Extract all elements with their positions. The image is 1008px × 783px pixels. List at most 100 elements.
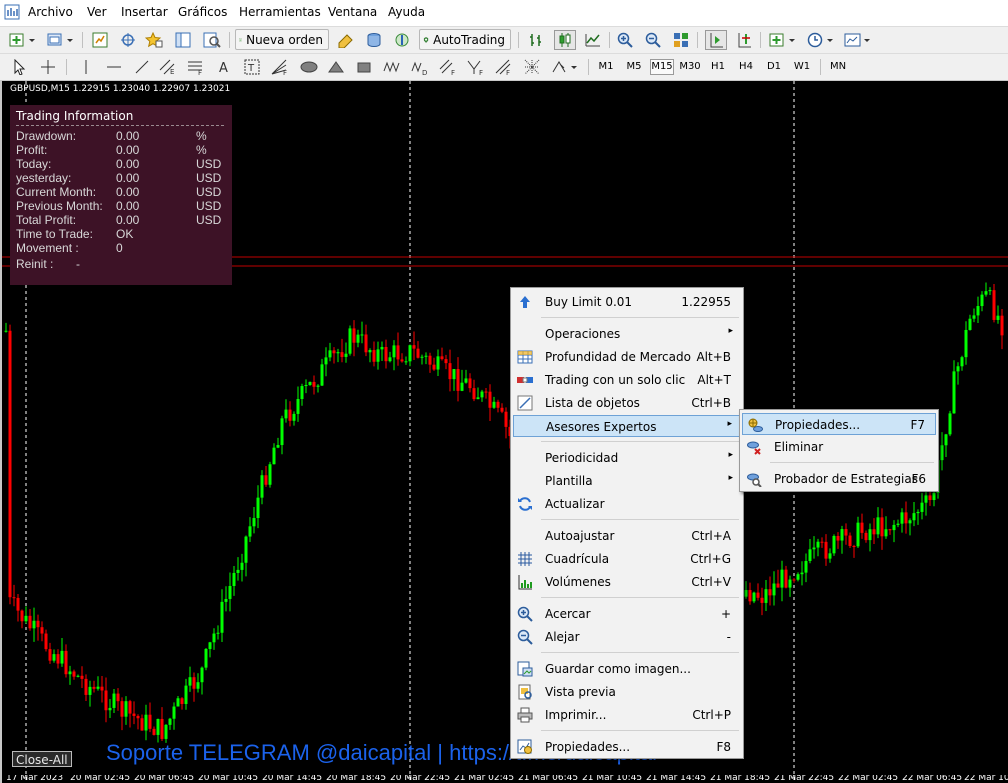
navigator-icon[interactable]	[173, 30, 193, 50]
menu-item-volumes[interactable]: Volúmenes Ctrl+V	[513, 571, 741, 593]
candle-body	[328, 350, 332, 358]
menu-item-one-click-trading[interactable]: Trading con un solo clic Alt+T	[513, 369, 741, 391]
timeframe-w1[interactable]: W1	[790, 59, 814, 75]
more-objects-icon[interactable]	[550, 57, 580, 77]
submenu-item-properties[interactable]: Propiedades... F7	[742, 413, 936, 435]
text-icon[interactable]: A	[214, 57, 234, 77]
menu-item-refresh[interactable]: Actualizar	[513, 493, 741, 515]
zigzag-icon[interactable]	[382, 57, 402, 77]
zoom-in-toolbar-icon[interactable]	[615, 30, 635, 50]
candle-body	[960, 357, 964, 367]
candle-body	[944, 434, 948, 446]
gann-line-icon[interactable]: D	[410, 57, 430, 77]
menu-item-template[interactable]: Plantilla ▸	[513, 470, 741, 492]
cursor-icon[interactable]	[10, 57, 30, 77]
vertical-line-icon[interactable]	[76, 57, 96, 77]
menu-ventana[interactable]: Ventana	[328, 5, 377, 19]
menu-item-autoscale[interactable]: Autoajustar Ctrl+A	[513, 525, 741, 547]
timeframe-m30[interactable]: M30	[678, 59, 702, 75]
fibo-expansion-icon[interactable]: F	[466, 57, 486, 77]
app-icon[interactable]	[4, 4, 20, 20]
menu-graficos[interactable]: Gráficos	[178, 5, 227, 19]
fibo-fan-icon[interactable]: F	[270, 57, 290, 77]
chart-shift-icon[interactable]	[734, 30, 754, 50]
timeframe-h1[interactable]: H1	[706, 59, 730, 75]
menu-item-object-list[interactable]: Lista de objetos Ctrl+B	[513, 392, 741, 414]
candle-body	[892, 524, 896, 531]
menu-item-save-image[interactable]: Guardar como imagen...	[513, 658, 741, 680]
market-watch-icon[interactable]	[90, 30, 110, 50]
periods-icon[interactable]	[806, 30, 836, 50]
info-unit: USD	[196, 171, 222, 185]
menu-archivo[interactable]: Archivo	[28, 5, 73, 19]
metaeditor-icon[interactable]	[336, 30, 356, 50]
tester-icon[interactable]	[202, 30, 222, 50]
info-label: Today:	[16, 157, 52, 171]
new-order-button[interactable]: Nueva orden	[235, 29, 329, 50]
autoscroll-icon[interactable]	[705, 30, 727, 50]
menu-item-properties[interactable]: Propiedades... F8	[513, 736, 741, 758]
triangle-icon[interactable]	[326, 57, 346, 77]
line-chart-icon[interactable]	[583, 30, 603, 50]
submenu-item-remove[interactable]: Eliminar	[742, 436, 936, 458]
new-chart-icon[interactable]	[8, 30, 38, 50]
timeframe-m5[interactable]: M5	[622, 59, 646, 75]
tile-windows-icon[interactable]	[671, 30, 691, 50]
menu-item-expert-advisors[interactable]: Asesores Expertos ▸	[513, 415, 741, 437]
menu-item-market-depth[interactable]: Profundidad de Mercado Alt+B	[513, 346, 741, 368]
candlestick-icon[interactable]	[554, 30, 576, 50]
radio-signal-icon[interactable]	[392, 30, 412, 50]
candle-body	[360, 334, 364, 336]
ellipse-icon[interactable]	[298, 57, 320, 77]
timeframe-h4[interactable]: H4	[734, 59, 758, 75]
equidistant-channel-icon[interactable]: E	[158, 57, 178, 77]
signals-icon[interactable]	[364, 30, 384, 50]
indicators-icon[interactable]	[768, 30, 798, 50]
close-all-button[interactable]: Close-All	[12, 751, 72, 767]
menu-ver[interactable]: Ver	[87, 5, 107, 19]
pattern-icon[interactable]	[522, 57, 542, 77]
favorites-icon[interactable]	[144, 30, 164, 50]
candle-body	[496, 401, 500, 408]
menu-item-buy-limit[interactable]: Buy Limit 0.01 1.22955	[513, 291, 741, 313]
new-order-icon	[239, 38, 242, 41]
fibo-channel-icon[interactable]: F	[438, 57, 458, 77]
fibo-timezones-icon[interactable]: F	[494, 57, 514, 77]
menu-insertar[interactable]: Insertar	[121, 5, 168, 19]
volumes-icon	[518, 575, 532, 590]
candle-body	[300, 386, 304, 400]
menu-item-grid[interactable]: Cuadrícula Ctrl+G	[513, 548, 741, 570]
zoom-out-toolbar-icon[interactable]	[643, 30, 663, 50]
menu-item-operaciones[interactable]: Operaciones ▸	[513, 323, 741, 345]
horizontal-line-icon[interactable]	[104, 57, 124, 77]
trendline-icon[interactable]	[132, 57, 152, 77]
menu-herramientas[interactable]: Herramientas	[239, 5, 321, 19]
profiles-icon[interactable]	[46, 30, 76, 50]
menu-item-zoom-out[interactable]: Alejar -	[513, 626, 741, 648]
bar-chart-icon[interactable]	[526, 30, 546, 50]
candle-body	[136, 715, 140, 719]
timeframe-m15[interactable]: M15	[650, 59, 674, 75]
crosshair-nav-icon[interactable]	[118, 30, 138, 50]
menu-item-print-preview[interactable]: Vista previa	[513, 681, 741, 703]
menu-item-periodicity[interactable]: Periodicidad ▸	[513, 447, 741, 469]
candle-body	[952, 371, 956, 414]
candle-body	[12, 597, 16, 599]
candle-body	[888, 529, 892, 531]
fibonacci-icon[interactable]: F	[186, 57, 206, 77]
menu-item-zoom-in[interactable]: Acercar +	[513, 603, 741, 625]
timeframe-d1[interactable]: D1	[762, 59, 786, 75]
menu-ayuda[interactable]: Ayuda	[388, 5, 425, 19]
candle-body	[352, 328, 356, 343]
menu-item-shortcut: Ctrl+V	[691, 575, 731, 589]
menu-item-print[interactable]: Imprimir... Ctrl+P	[513, 704, 741, 726]
templates-icon[interactable]	[843, 30, 873, 50]
submenu-item-strategy-tester[interactable]: Probador de Estrategias F6	[742, 468, 936, 490]
timeframe-m1[interactable]: M1	[594, 59, 618, 75]
candle-body	[908, 520, 912, 524]
crosshair-icon[interactable]	[38, 57, 58, 77]
autotrading-button[interactable]: AutoTrading	[419, 29, 511, 50]
timeframe-mn[interactable]: MN	[826, 59, 850, 75]
text-label-icon[interactable]: T	[242, 57, 262, 77]
rectangle-icon[interactable]	[354, 57, 374, 77]
